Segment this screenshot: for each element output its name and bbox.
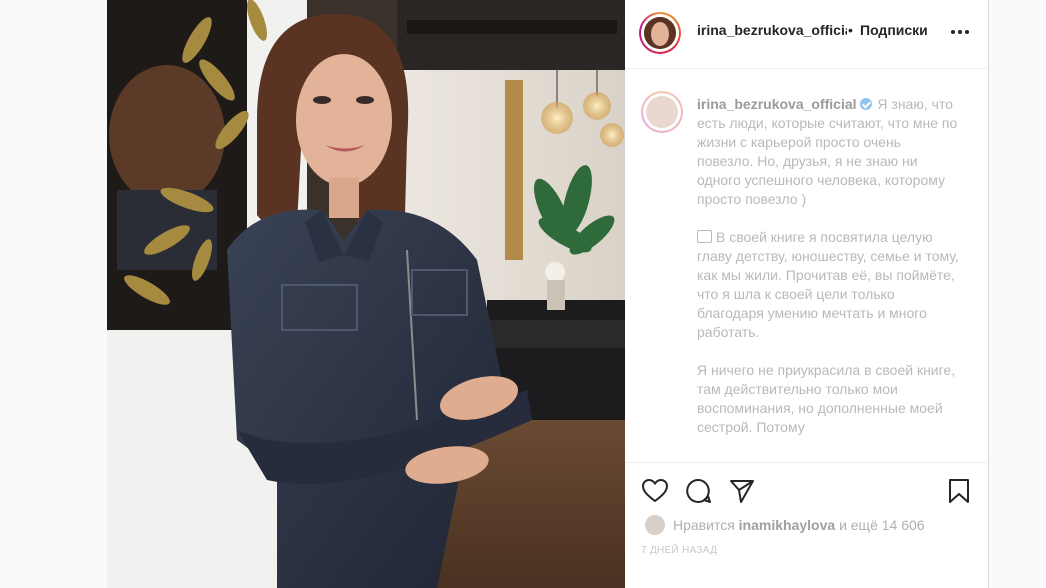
caption-avatar-gap [643, 93, 681, 131]
more-dot [951, 30, 955, 34]
liker-username[interactable]: inamikhaylova [739, 517, 836, 533]
post-side-panel: irina_bezrukova_officia • Подписки irina… [625, 0, 989, 588]
caption-text: irina_bezrukova_official Я знаю, что ест… [697, 95, 959, 456]
liker-avatar [645, 515, 665, 535]
caption-paragraph: irina_bezrukova_official Я знаю, что ест… [697, 95, 959, 209]
caption-username[interactable]: irina_bezrukova_official [697, 96, 857, 112]
bookmark-icon[interactable] [945, 477, 973, 505]
caption-paragraph-3: Я ничего не приукрасила в своей книге, т… [697, 362, 956, 435]
caption-area[interactable]: irina_bezrukova_official Я знаю, что ест… [625, 69, 988, 461]
avatar-photo [644, 17, 676, 49]
post-photo-illustration [107, 0, 625, 588]
caption-paragraph: В своей книге я посвятила целую главу де… [697, 228, 959, 342]
more-dot [965, 30, 969, 34]
more-horizontal-icon[interactable] [951, 21, 971, 41]
caption-avatar-photo [646, 96, 678, 128]
likes-count[interactable]: и ещё 14 606 [839, 517, 925, 533]
caption-avatar[interactable] [641, 91, 683, 133]
likes-prefix: Нравится [673, 517, 735, 533]
post-header: irina_bezrukova_officia • Подписки [625, 0, 988, 69]
checkbox-emoji-icon [697, 230, 712, 243]
likes-text: Нравится inamikhaylova и ещё 14 606 [673, 517, 925, 533]
author-avatar[interactable] [639, 12, 681, 54]
post-actions: Нравится inamikhaylova и ещё 14 606 7 ДН… [625, 462, 988, 588]
heart-icon[interactable] [641, 477, 669, 505]
author-username[interactable]: irina_bezrukova_officia [697, 22, 847, 38]
share-icon[interactable] [728, 477, 756, 505]
caption-paragraph: Я ничего не приукрасила в своей книге, т… [697, 361, 959, 437]
caption-paragraph-2: В своей книге я посвятила целую главу де… [697, 229, 959, 340]
more-dot [958, 30, 962, 34]
post-photo[interactable] [107, 0, 625, 588]
avatar-face-icon [644, 17, 676, 49]
instagram-post-view: irina_bezrukova_officia • Подписки irina… [0, 0, 1046, 588]
comment-icon[interactable] [685, 477, 713, 505]
caption-paragraph-1: Я знаю, что есть люди, которые считают, … [697, 96, 958, 207]
header-separator: • [848, 22, 853, 38]
verified-badge-icon [859, 98, 872, 110]
avatar-ring-gap [641, 14, 679, 52]
following-button[interactable]: Подписки [860, 22, 928, 38]
post-timestamp[interactable]: 7 ДНЕЙ НАЗАД [641, 545, 717, 556]
